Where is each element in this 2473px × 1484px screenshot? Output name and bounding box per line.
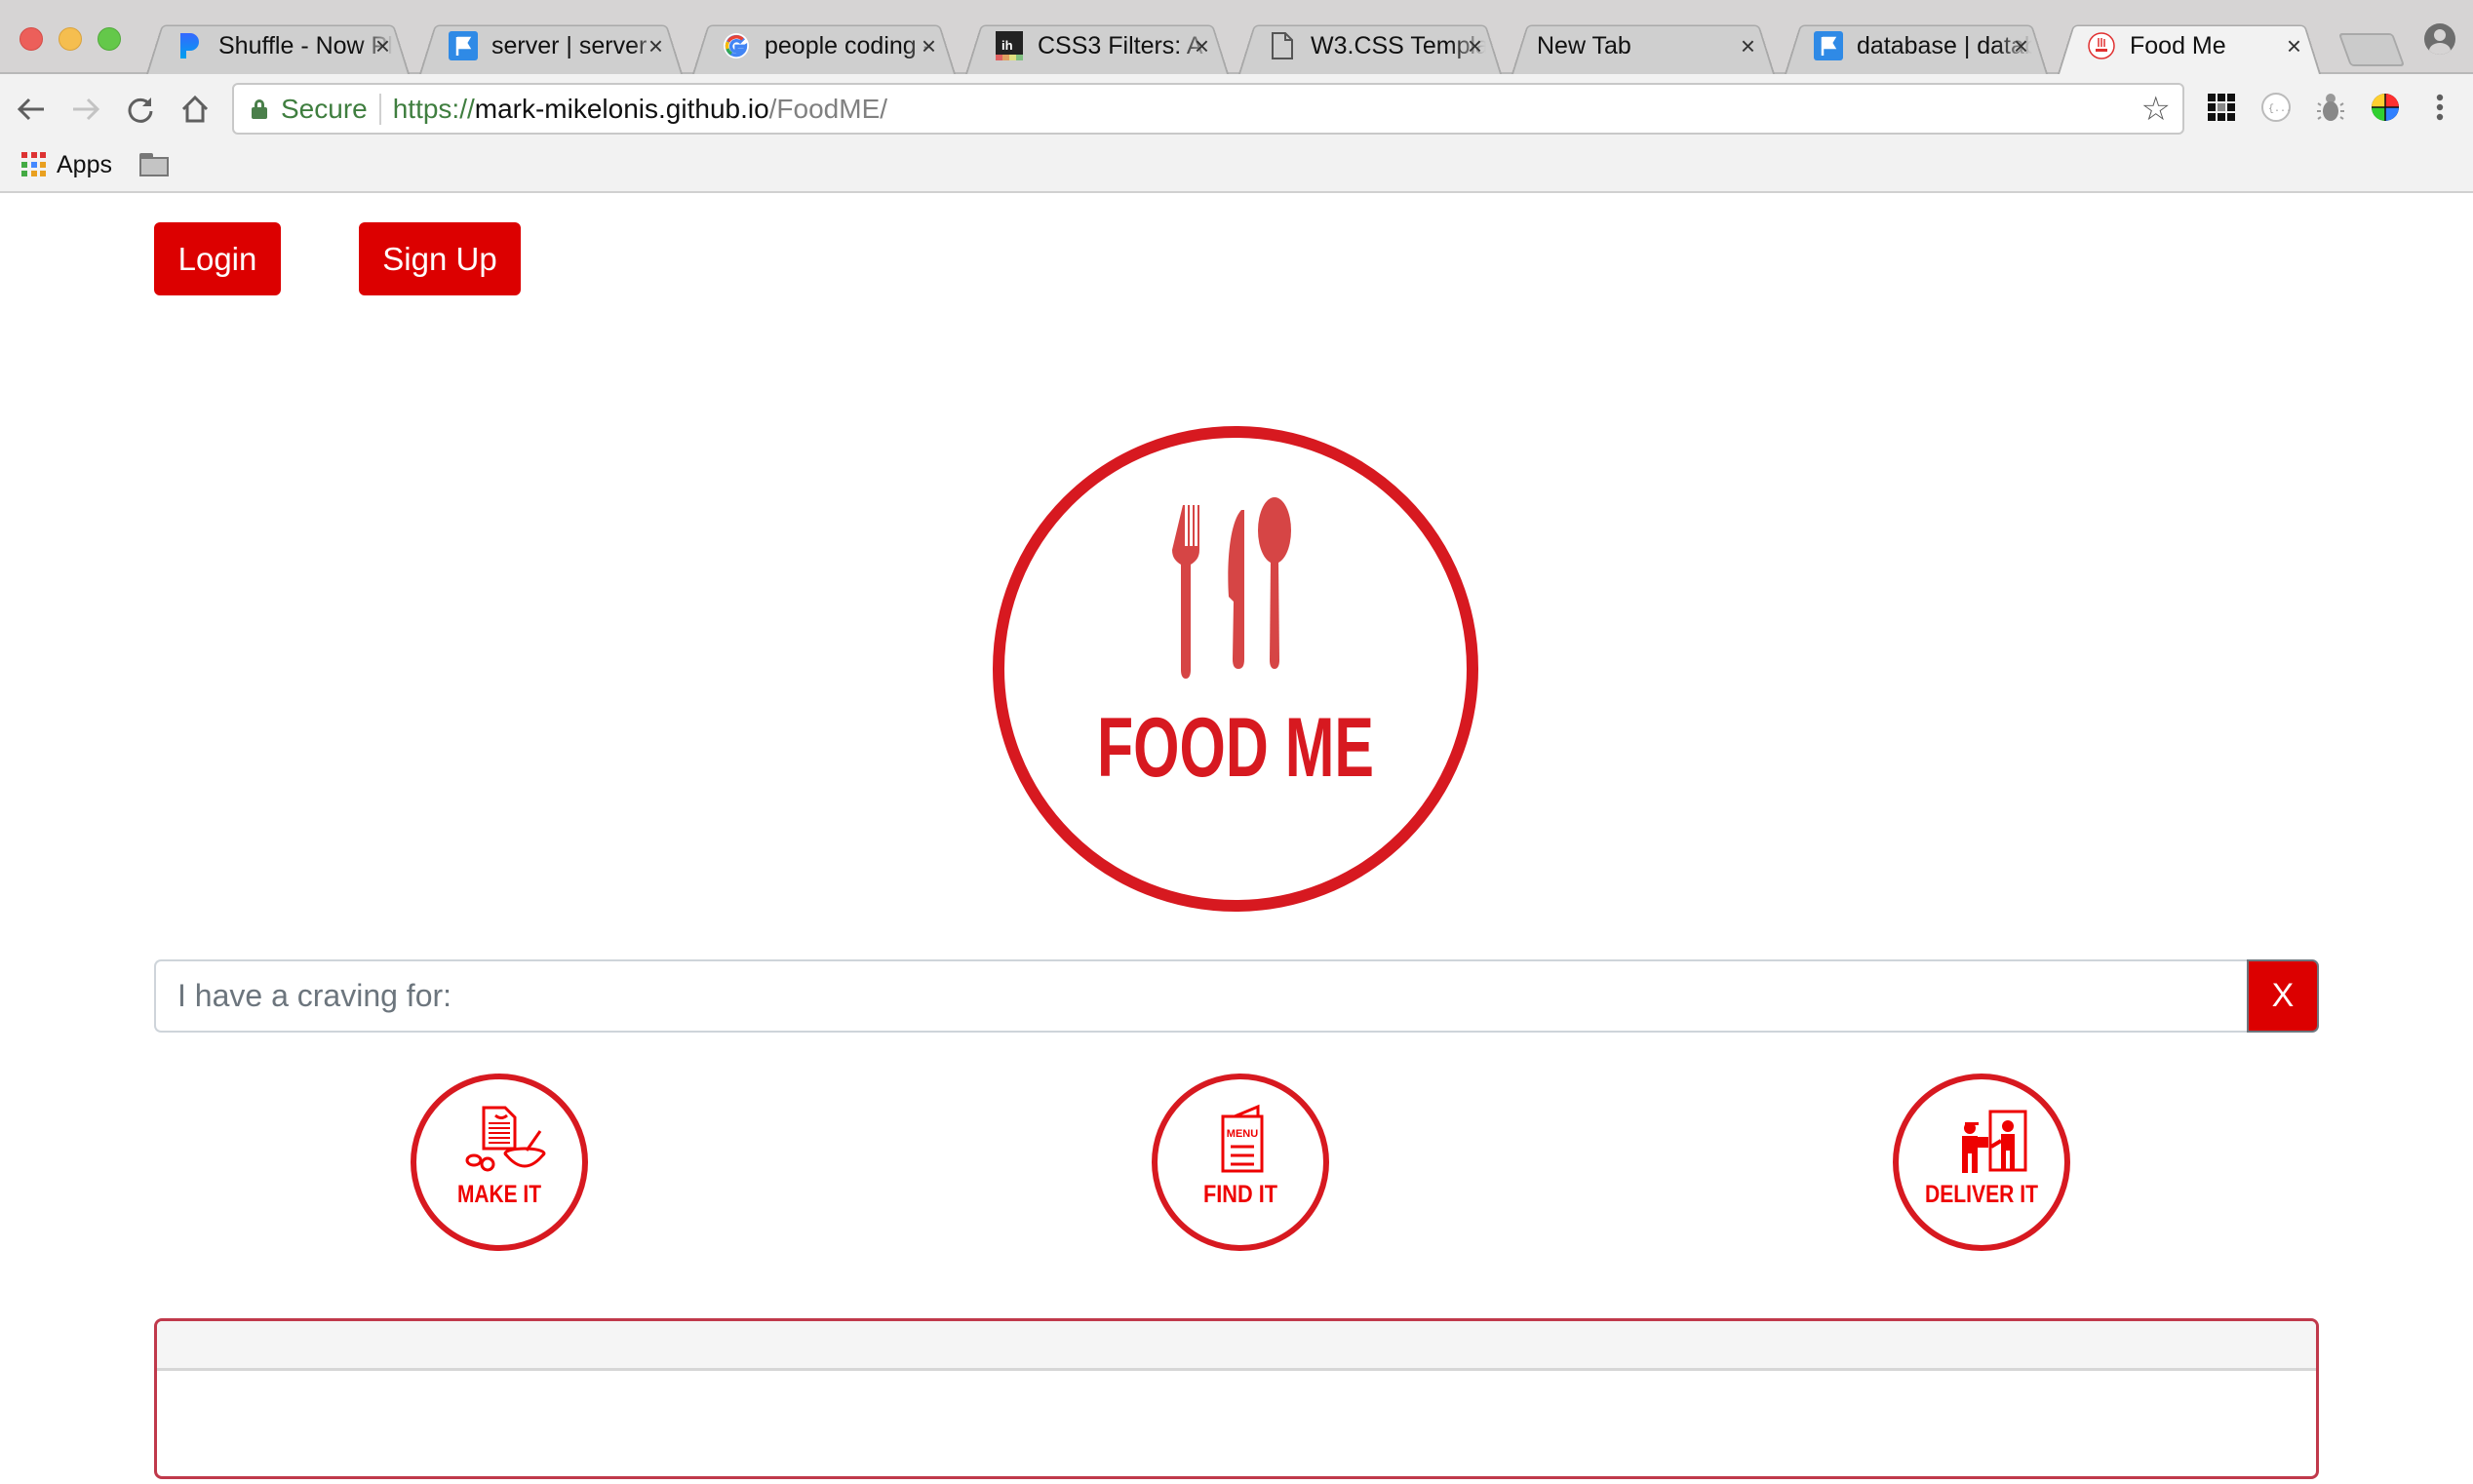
url-text[interactable]: https://mark-mikelonis.github.io/FoodME/ xyxy=(393,94,887,125)
google-icon xyxy=(722,31,751,60)
tab-title: Food Me xyxy=(2130,31,2226,59)
json-viewer-extension-icon[interactable]: {...} xyxy=(2257,88,2296,127)
tab-shuffle[interactable]: Shuffle - Now Playing × xyxy=(146,18,410,75)
svg-text:{...}: {...} xyxy=(2268,103,2292,115)
deliver-it-button[interactable]: DELIVER IT xyxy=(1892,1073,2071,1252)
craving-input[interactable] xyxy=(154,959,2247,1033)
address-bar[interactable]: Secure https://mark-mikelonis.github.io/… xyxy=(232,83,2184,135)
tab-title: W3.CSS Template xyxy=(1311,31,1486,59)
profile-avatar-icon[interactable] xyxy=(2424,23,2455,55)
close-tab-icon[interactable]: × xyxy=(2287,31,2301,61)
apps-icon[interactable] xyxy=(21,152,47,177)
forward-button[interactable] xyxy=(66,90,105,129)
tab-title: New Tab xyxy=(1537,31,1631,59)
arrow-left-icon xyxy=(17,98,44,121)
close-tab-icon[interactable]: × xyxy=(648,31,663,61)
close-tab-icon[interactable]: × xyxy=(2014,31,2028,61)
flag-icon xyxy=(449,31,478,60)
make-it-button[interactable]: MAKE IT xyxy=(410,1073,589,1252)
logo-ring xyxy=(993,426,1478,912)
tab-strip: Shuffle - Now Playing × server | server … xyxy=(0,0,2473,75)
flag-icon xyxy=(1814,31,1843,60)
apps-bookmark[interactable]: Apps xyxy=(57,151,112,179)
tab-title: Shuffle - Now Playing xyxy=(218,31,394,59)
tab-w3css-template[interactable]: W3.CSS Template × xyxy=(1238,18,1502,75)
home-icon xyxy=(181,95,209,123)
divider xyxy=(378,93,381,125)
make-it-label: MAKE IT xyxy=(457,1181,541,1208)
new-tab-button[interactable] xyxy=(2337,33,2406,66)
find-it-button[interactable]: MENU FIND IT xyxy=(1151,1073,1330,1252)
folder-icon[interactable] xyxy=(138,153,171,176)
find-it-label: FIND IT xyxy=(1203,1181,1277,1208)
tab-google-search[interactable]: people coding - Google Search × xyxy=(692,18,956,75)
browser-toolbar: Secure https://mark-mikelonis.github.io/… xyxy=(0,74,2473,193)
logo-text: FOOD ME xyxy=(1097,701,1374,795)
tab-server[interactable]: server | server × xyxy=(419,18,683,75)
svg-text:ih: ih xyxy=(1001,38,1013,53)
tab-title: CSS3 Filters: A xyxy=(1038,31,1203,59)
craving-search-group: X xyxy=(154,959,2319,1033)
back-button[interactable] xyxy=(12,90,51,129)
bookmark-star-icon[interactable]: ☆ xyxy=(2141,90,2171,129)
pandora-icon xyxy=(176,31,205,60)
results-card xyxy=(154,1318,2319,1479)
tab-database[interactable]: database | database × xyxy=(1785,18,2048,75)
bookmarks-bar: Apps xyxy=(0,138,2473,191)
grid-extension-icon[interactable] xyxy=(2202,88,2241,127)
secure-label: Secure xyxy=(281,93,368,124)
signup-button[interactable]: Sign Up xyxy=(359,222,521,295)
bug-extension-icon[interactable] xyxy=(2311,88,2350,127)
tab-css3-filters[interactable]: ih CSS3 Filters: A × xyxy=(965,18,1229,75)
deliver-it-label: DELIVER IT xyxy=(1925,1181,2038,1208)
close-tab-icon[interactable]: × xyxy=(375,31,390,61)
maximize-window-button[interactable] xyxy=(98,27,121,51)
more-menu-icon[interactable] xyxy=(2420,88,2459,127)
foodme-icon xyxy=(2087,31,2116,60)
reload-icon xyxy=(128,98,153,123)
tab-title: server | server xyxy=(491,31,648,59)
close-tab-icon[interactable]: × xyxy=(1468,31,1482,61)
tab-title: database | database xyxy=(1857,31,2032,59)
reload-button[interactable] xyxy=(121,90,160,129)
login-button[interactable]: Login xyxy=(154,222,281,295)
clear-search-button[interactable]: X xyxy=(2247,959,2319,1033)
close-window-button[interactable] xyxy=(20,27,43,51)
document-icon xyxy=(1268,31,1297,60)
minimize-window-button[interactable] xyxy=(59,27,82,51)
arrow-right-icon xyxy=(73,98,100,121)
color-picker-extension-icon[interactable] xyxy=(2366,88,2405,127)
results-card-header xyxy=(157,1321,2316,1371)
food-me-logo: FOOD ME xyxy=(992,425,1479,913)
close-tab-icon[interactable]: × xyxy=(1195,31,1209,61)
tab-food-me[interactable]: Food Me × xyxy=(2058,18,2321,75)
lock-icon xyxy=(252,98,267,119)
tab-new-tab[interactable]: New Tab × xyxy=(1511,18,1775,75)
close-tab-icon[interactable]: × xyxy=(1741,31,1755,61)
home-button[interactable] xyxy=(176,90,215,129)
tab-title: people coding - Google Search xyxy=(765,31,940,59)
ih-icon: ih xyxy=(995,31,1024,60)
menu-icon-text: MENU xyxy=(1227,1128,1258,1140)
close-tab-icon[interactable]: × xyxy=(922,31,936,61)
